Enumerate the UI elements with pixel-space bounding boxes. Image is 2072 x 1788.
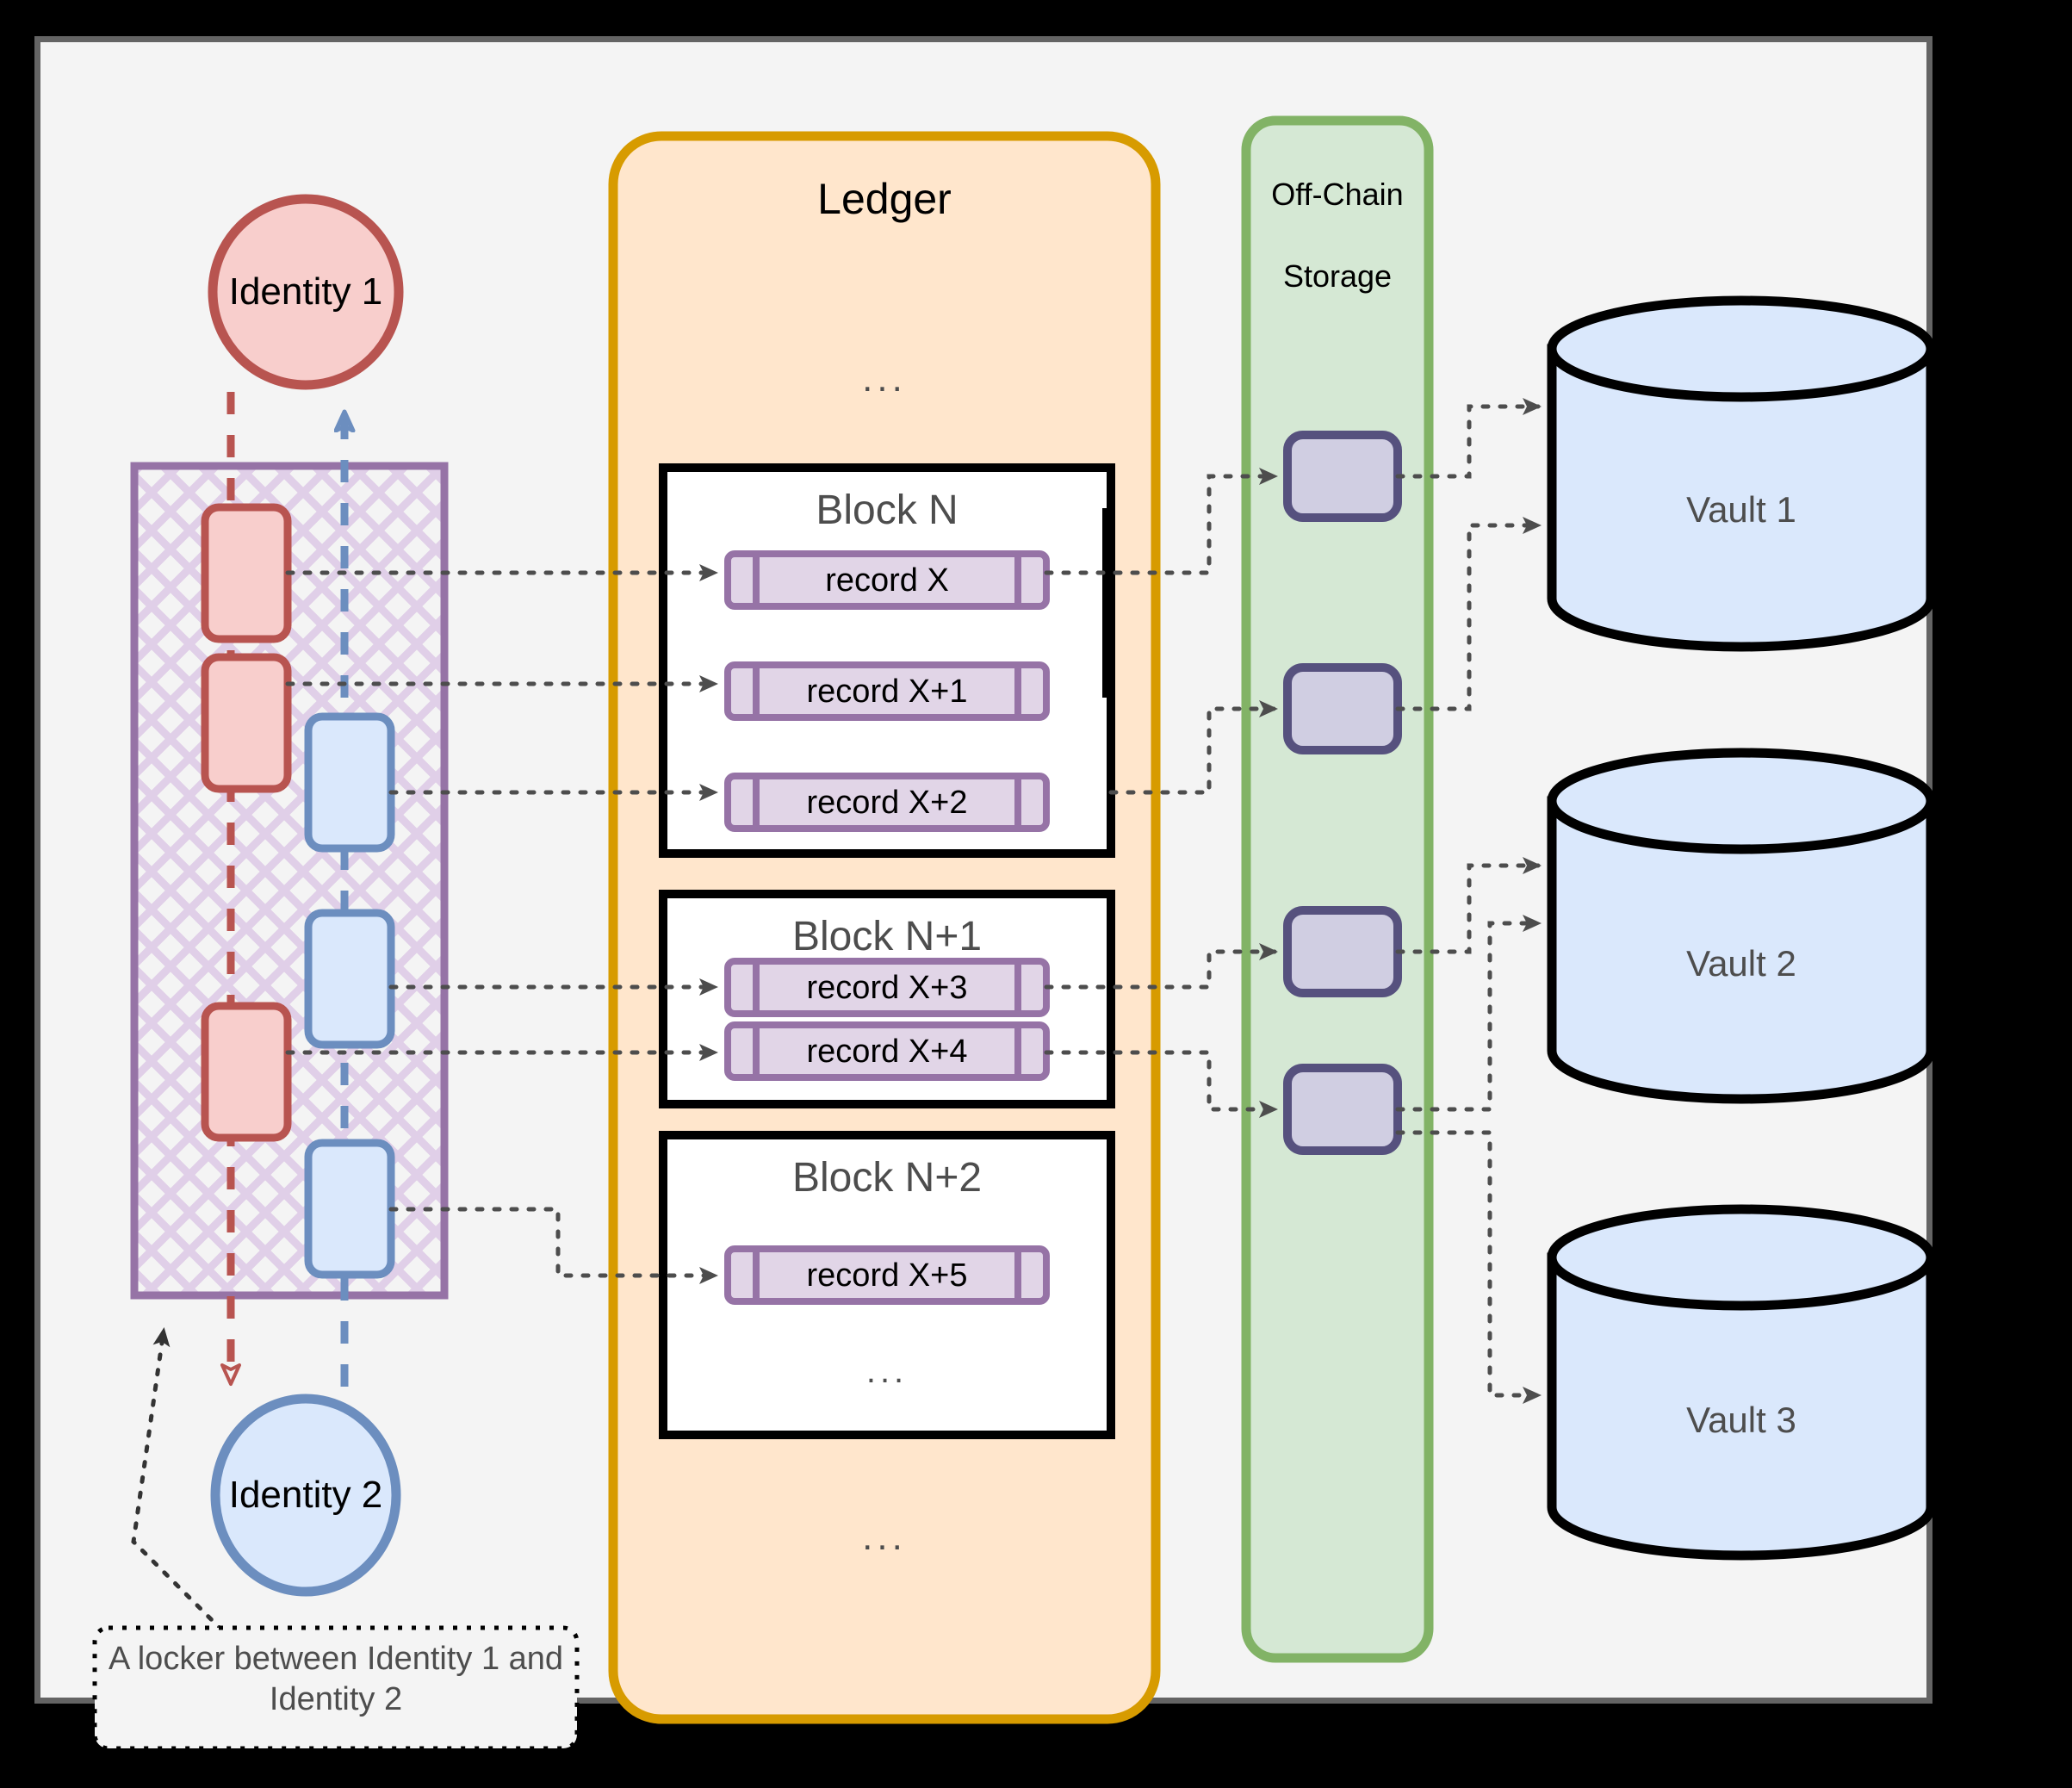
diagram-canvas: [34, 36, 1932, 1704]
diagram-root: Identity 1 Identity 2 Ledger ... ... Blo…: [0, 0, 2072, 1788]
